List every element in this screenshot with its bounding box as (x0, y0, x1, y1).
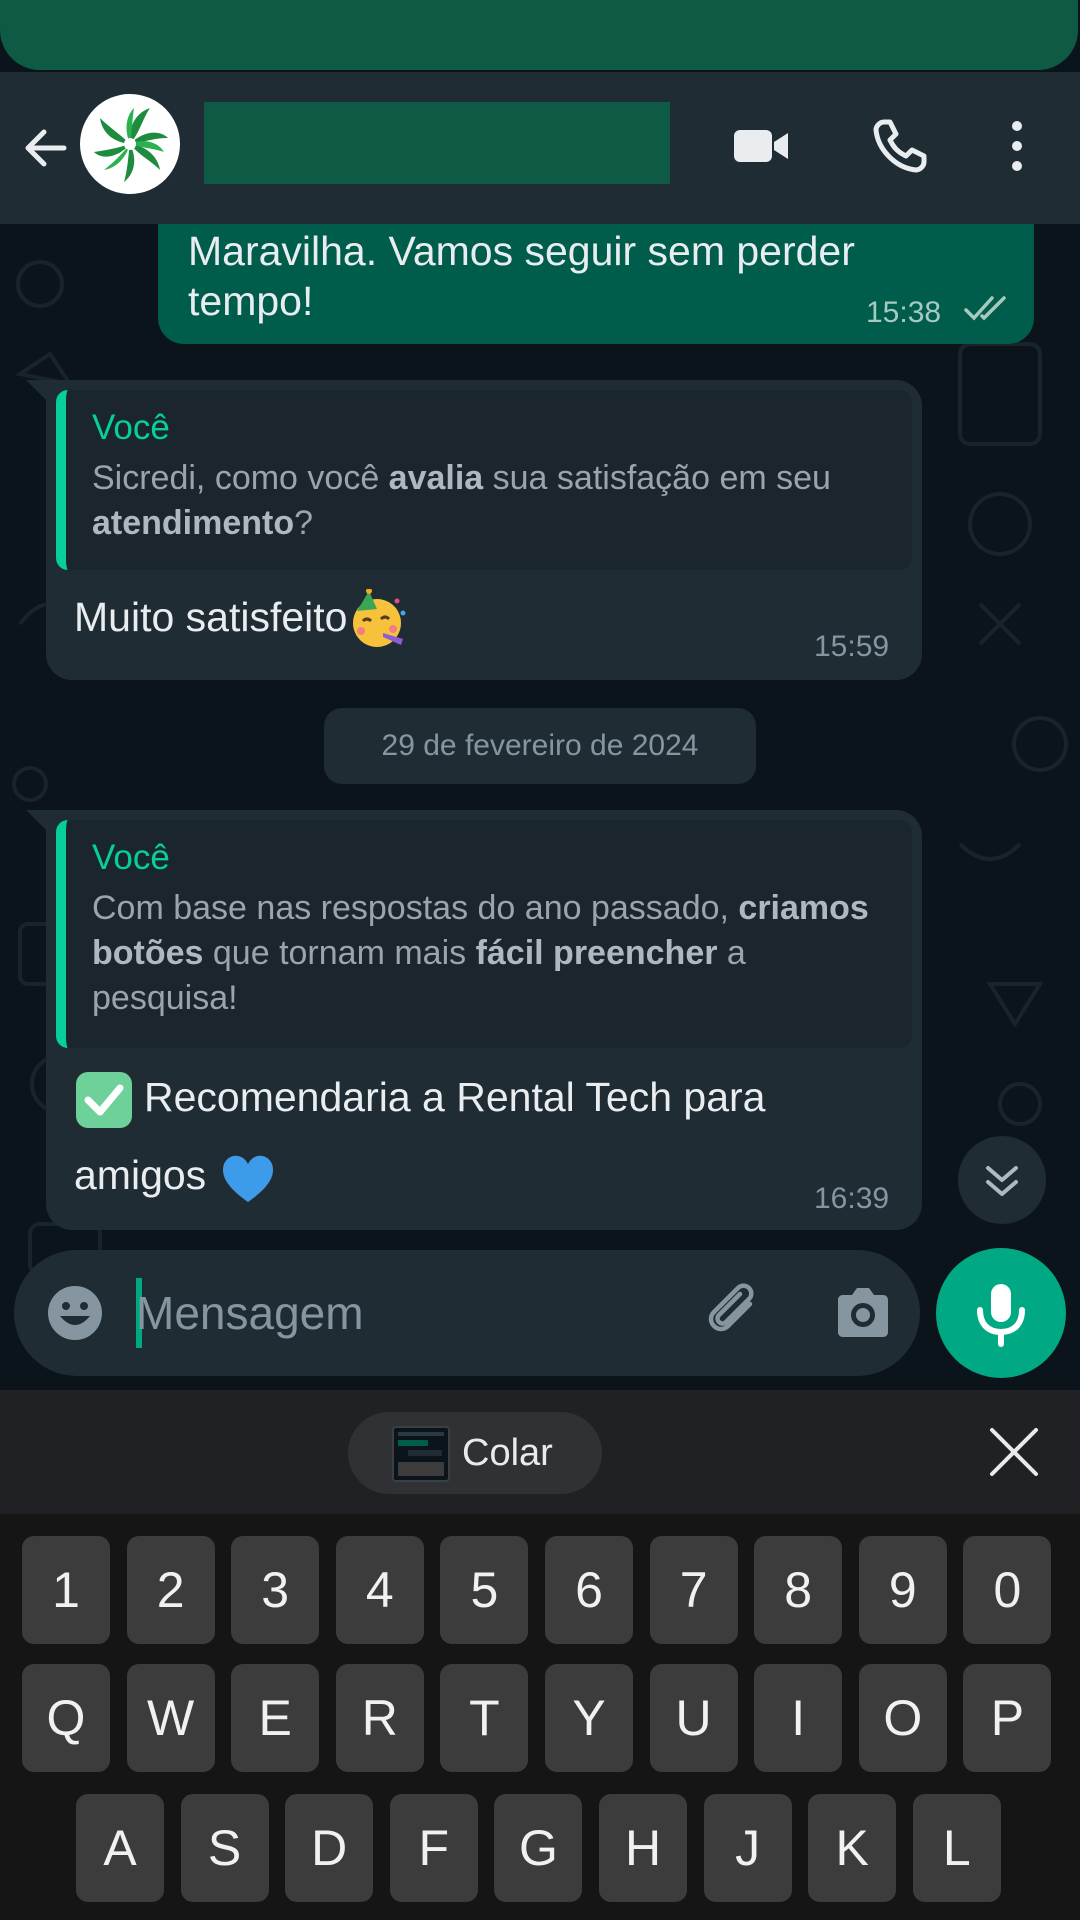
key-q[interactable]: Q (22, 1664, 110, 1772)
double-check-icon (964, 296, 1006, 321)
key-u[interactable]: U (649, 1664, 738, 1772)
message-incoming[interactable]: Você Com base nas respostas do ano passa… (26, 810, 922, 1230)
quoted-message[interactable]: Você Com base nas respostas do ano passa… (56, 820, 912, 1048)
key-g[interactable]: G (494, 1794, 583, 1902)
video-camera-icon[interactable] (732, 116, 792, 176)
paste-button[interactable]: Colar (348, 1412, 602, 1494)
key-w[interactable]: W (126, 1664, 215, 1772)
key-f[interactable]: F (389, 1794, 478, 1902)
microphone-button[interactable] (936, 1248, 1066, 1378)
key-0[interactable]: 0 (963, 1536, 1052, 1644)
message-text: Muito satisfeito (74, 594, 348, 640)
key-2[interactable]: 2 (126, 1536, 215, 1644)
three-dots-vertical-icon[interactable] (1002, 116, 1032, 176)
key-8[interactable]: 8 (754, 1536, 843, 1644)
key-p[interactable]: P (963, 1664, 1052, 1772)
message-text: Recomendaria a Rental Tech para amigos (74, 1074, 766, 1198)
quote-text: Sicredi, como você avalia sua satisfação… (92, 459, 831, 542)
key-i[interactable]: I (754, 1664, 843, 1772)
key-l[interactable]: L (912, 1794, 1001, 1902)
key-5[interactable]: 5 (440, 1536, 529, 1644)
clipboard-bar: Colar (0, 1390, 1080, 1514)
blue-heart-emoji (222, 1155, 273, 1203)
quote-text: Com base nas respostas do ano passado, c… (92, 889, 869, 1017)
close-icon[interactable] (988, 1426, 1040, 1478)
key-o[interactable]: O (858, 1664, 947, 1772)
chat-area[interactable]: Maravilha. Vamos seguir sem perder tempo… (0, 224, 1080, 1390)
message-time: 16:39 (814, 1182, 890, 1215)
contact-name-redacted[interactable] (204, 102, 670, 184)
key-9[interactable]: 9 (858, 1536, 947, 1644)
key-y[interactable]: Y (545, 1664, 633, 1772)
microphone-icon (977, 1284, 1025, 1347)
key-1[interactable]: 1 (22, 1536, 110, 1644)
status-bar (0, 0, 1080, 70)
key-a[interactable]: A (76, 1794, 164, 1902)
paperclip-icon[interactable] (706, 1282, 768, 1344)
smiley-icon[interactable] (46, 1284, 104, 1342)
phone-icon[interactable] (870, 116, 930, 176)
key-7[interactable]: 7 (649, 1536, 738, 1644)
message-incoming[interactable]: Você Sicredi, como você avalia sua satis… (26, 380, 922, 680)
key-j[interactable]: J (703, 1794, 792, 1902)
message-composer (14, 1250, 920, 1376)
key-3[interactable]: 3 (231, 1536, 320, 1644)
key-h[interactable]: H (599, 1794, 687, 1902)
green-swirl-logo (82, 96, 178, 192)
date-separator: 29 de fevereiro de 2024 (324, 708, 756, 784)
key-d[interactable]: D (285, 1794, 374, 1902)
key-e[interactable]: E (231, 1664, 320, 1772)
quote-author: Você (92, 408, 170, 447)
message-text-row: Recomendaria a Rental Tech para amigos (74, 1058, 834, 1214)
scroll-down-button[interactable] (958, 1136, 1046, 1224)
check-mark-button-emoji (76, 1072, 132, 1129)
message-time: 15:38 (866, 296, 942, 329)
camera-icon[interactable] (832, 1282, 894, 1344)
key-6[interactable]: 6 (545, 1536, 633, 1644)
key-t[interactable]: T (440, 1664, 529, 1772)
message-outgoing[interactable]: Maravilha. Vamos seguir sem perder tempo… (158, 224, 1034, 344)
key-s[interactable]: S (180, 1794, 269, 1902)
key-r[interactable]: R (335, 1664, 424, 1772)
message-time: 15:59 (814, 630, 890, 663)
arrow-left-icon[interactable] (20, 122, 72, 174)
keyboard: 1234567890 QWERTYUIOP ASDFGHJKL (0, 1514, 1080, 1920)
screenshot-thumbnail-icon (398, 1432, 444, 1476)
message-text-row: Muito satisfeito (74, 578, 409, 656)
chat-header (0, 72, 1080, 224)
quoted-message[interactable]: Você Sicredi, como você avalia sua satis… (56, 390, 912, 570)
key-4[interactable]: 4 (335, 1536, 424, 1644)
quote-author: Você (92, 838, 170, 877)
message-input[interactable] (136, 1278, 556, 1348)
double-chevron-down-icon (986, 1166, 1018, 1196)
clipboard-thumbnail (392, 1426, 450, 1482)
partying-face-emoji (353, 589, 406, 648)
message-text: Maravilha. Vamos seguir sem perder tempo… (188, 228, 855, 324)
key-k[interactable]: K (808, 1794, 897, 1902)
avatar[interactable] (80, 94, 180, 194)
paste-label: Colar (462, 1432, 553, 1474)
